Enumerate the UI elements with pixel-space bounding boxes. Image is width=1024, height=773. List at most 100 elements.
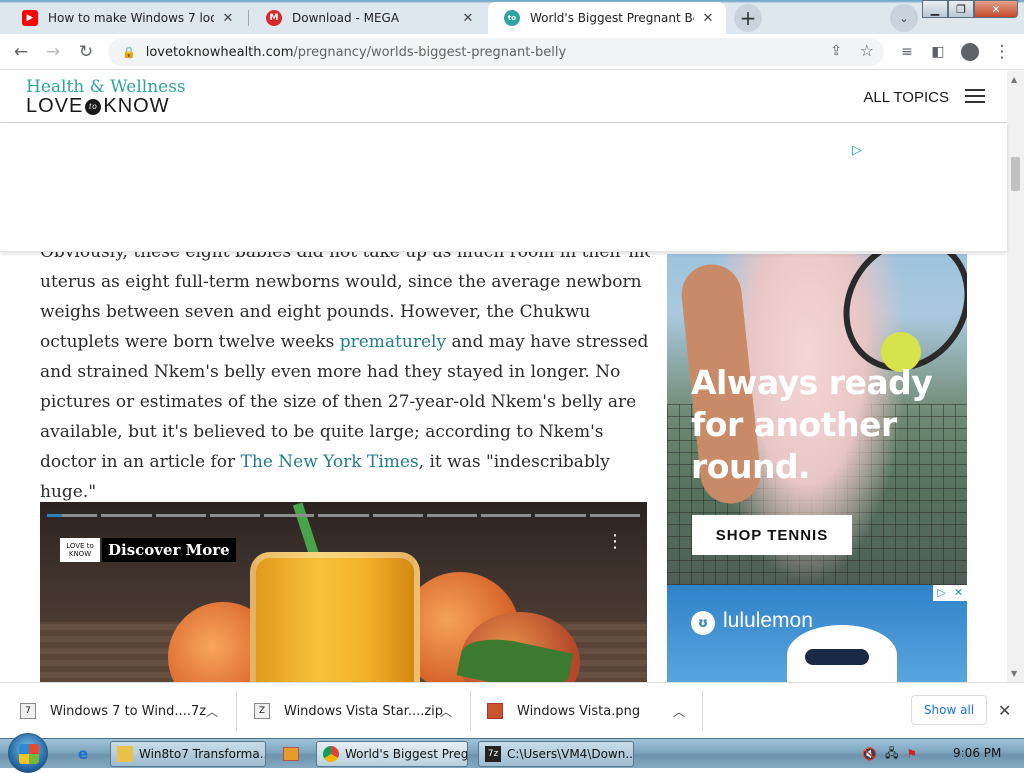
- back-button[interactable]: ←: [8, 39, 34, 65]
- video-title: Discover More: [102, 538, 236, 562]
- site-header: Health & Wellness LOVE to KNOW ALL TOPIC…: [0, 71, 1007, 123]
- page-scrollbar[interactable]: ▲ ▼: [1007, 71, 1024, 682]
- paragraph-text: and may have stressed and strained Nkem'…: [40, 332, 649, 472]
- side-panel-button[interactable]: ◧: [925, 39, 951, 65]
- taskbar-button-chrome[interactable]: World's Biggest Preg...: [316, 741, 468, 767]
- adchoices-icon[interactable]: ▷: [933, 585, 950, 601]
- flag-icon[interactable]: ⚑: [906, 747, 917, 761]
- video-player[interactable]: LOVE to KNOW Discover More ⋮: [40, 502, 647, 682]
- chevron-down-icon: ⌄: [899, 11, 909, 25]
- ad-banner[interactable]: ▷: [0, 123, 1007, 252]
- download-item[interactable]: Windows Vista.png ︿: [487, 683, 701, 739]
- windows-taskbar: e Win8to7 Transforma... World's Biggest …: [0, 733, 1024, 773]
- link-prematurely[interactable]: prematurely: [340, 332, 446, 352]
- chevron-up-icon[interactable]: ︿: [206, 703, 218, 720]
- lock-icon: 🔒: [122, 45, 136, 59]
- scroll-thumb[interactable]: [1011, 157, 1020, 191]
- taskbar-clock[interactable]: 9:06 PM: [953, 746, 1001, 760]
- divider: [470, 691, 471, 731]
- reload-button[interactable]: ↻: [73, 39, 99, 65]
- tab-mega[interactable]: M Download - MEGA ✕: [250, 2, 486, 34]
- folder-icon: [117, 746, 133, 762]
- tab-title: Download - MEGA: [292, 11, 400, 25]
- arrow-right-icon: →: [45, 42, 61, 62]
- media-control-button[interactable]: ≡: [894, 39, 920, 65]
- divider: [702, 691, 703, 731]
- divider: [236, 691, 237, 731]
- chevron-up-icon[interactable]: ︿: [673, 703, 685, 720]
- zip-archive-icon: Z: [254, 703, 270, 719]
- scroll-down-icon[interactable]: ▼: [1011, 669, 1017, 678]
- scroll-up-icon[interactable]: ▲: [1011, 75, 1017, 84]
- close-window-button[interactable]: ✕: [974, 0, 1018, 18]
- url-path: /pregnancy/worlds-biggest-pregnant-belly: [293, 44, 567, 60]
- download-shelf: 7 Windows 7 to Wind....7z ︿ Z Windows Vi…: [0, 682, 1024, 738]
- more-vert-icon: ⋮: [993, 42, 1011, 62]
- browser-menu-button[interactable]: ⋮: [989, 39, 1015, 65]
- chevron-up-icon[interactable]: ︿: [440, 703, 452, 720]
- address-bar[interactable]: 🔒 lovetoknowhealth.com/pregnancy/worlds-…: [108, 38, 884, 66]
- network-icon[interactable]: 🖧: [885, 744, 898, 765]
- ad-headline: Always ready for another round.: [691, 363, 933, 486]
- taskbar-label: World's Biggest Preg...: [345, 747, 468, 761]
- ad-controls: ▷ ✕: [933, 585, 967, 601]
- ad-photo: [787, 625, 897, 682]
- minimize-button[interactable]: ▁: [922, 0, 948, 18]
- download-filename: Windows 7 to Wind....7z: [50, 703, 207, 719]
- download-item[interactable]: Z Windows Vista Star....zip ︿: [254, 683, 468, 739]
- taskbar-button-explorer[interactable]: Win8to7 Transforma...: [110, 741, 266, 767]
- url-domain: lovetoknowhealth.com: [145, 44, 294, 60]
- volume-muted-icon[interactable]: 🔇: [862, 747, 877, 761]
- close-ad-icon[interactable]: ✕: [950, 585, 967, 601]
- logo-health-wellness[interactable]: Health & Wellness: [26, 77, 186, 97]
- link-new-york-times[interactable]: The New York Times: [241, 452, 419, 472]
- new-tab-button[interactable]: +: [734, 4, 762, 32]
- 7zip-icon: 7z: [485, 746, 501, 762]
- article-body: Obviously, these eight babies did not ta…: [40, 237, 650, 507]
- start-button[interactable]: [8, 733, 48, 773]
- juice-jar-image: [250, 552, 420, 682]
- video-logo: LOVE to KNOW: [60, 538, 100, 562]
- tab-strip: ▶ How to make Windows 7 look lik ✕ M Dow…: [0, 0, 1024, 34]
- shop-tennis-button[interactable]: SHOP TENNIS: [692, 515, 852, 555]
- browser-toolbar: ← → ↻ 🔒 lovetoknowhealth.com/pregnancy/w…: [0, 34, 1024, 70]
- profile-button[interactable]: [957, 39, 983, 65]
- lovetoknow-icon: to: [504, 10, 520, 26]
- close-icon[interactable]: ✕: [220, 10, 236, 26]
- plus-icon: +: [739, 6, 757, 30]
- tab-lovetoknow[interactable]: to World's Biggest Pregnant Belly | ✕: [488, 2, 726, 34]
- taskbar-button-7zip[interactable]: 7z C:\Users\VM4\Down...: [478, 741, 634, 767]
- taskbar-label: C:\Users\VM4\Down...: [507, 747, 634, 761]
- internet-explorer-icon[interactable]: e: [66, 741, 100, 767]
- arrow-left-icon: ←: [13, 42, 29, 62]
- tab-search-button[interactable]: ⌄: [890, 4, 918, 32]
- adchoices-icon[interactable]: ▷: [852, 143, 862, 158]
- close-icon[interactable]: ✕: [998, 701, 1011, 720]
- logo-lovetoknow[interactable]: LOVE to KNOW: [26, 95, 170, 118]
- tab-youtube[interactable]: ▶ How to make Windows 7 look lik ✕: [6, 2, 246, 34]
- forward-button[interactable]: →: [40, 39, 66, 65]
- download-filename: Windows Vista.png: [517, 703, 641, 719]
- hamburger-menu-icon[interactable]: [965, 89, 985, 103]
- all-topics-link[interactable]: ALL TOPICS: [863, 89, 949, 106]
- side-ad-tennis[interactable]: Always ready for another round. SHOP TEN…: [667, 254, 967, 585]
- show-all-button[interactable]: Show all: [911, 695, 987, 725]
- logo-love: LOVE: [26, 95, 84, 117]
- logo-to: to: [85, 98, 102, 115]
- video-progress-bar[interactable]: [47, 514, 640, 517]
- side-ad-lululemon[interactable]: ▷ ✕ ʊ lululemon: [667, 585, 967, 682]
- chrome-icon: [323, 746, 339, 762]
- logo-know: KNOW: [103, 95, 170, 117]
- bookmark-star-icon[interactable]: ☆: [860, 41, 874, 60]
- brand-name: lululemon: [723, 609, 813, 632]
- share-icon[interactable]: ⇪: [830, 43, 842, 59]
- window-controls: ▁ ❐ ✕: [922, 0, 1018, 18]
- download-filename: Windows Vista Star....zip: [284, 703, 444, 719]
- download-item[interactable]: 7 Windows 7 to Wind....7z ︿: [20, 683, 234, 739]
- close-icon[interactable]: ✕: [460, 10, 476, 26]
- media-player-icon[interactable]: [274, 741, 308, 767]
- more-vert-icon[interactable]: ⋮: [606, 533, 624, 551]
- youtube-icon: ▶: [22, 10, 38, 26]
- close-icon[interactable]: ✕: [700, 10, 716, 26]
- maximize-button[interactable]: ❐: [948, 0, 974, 18]
